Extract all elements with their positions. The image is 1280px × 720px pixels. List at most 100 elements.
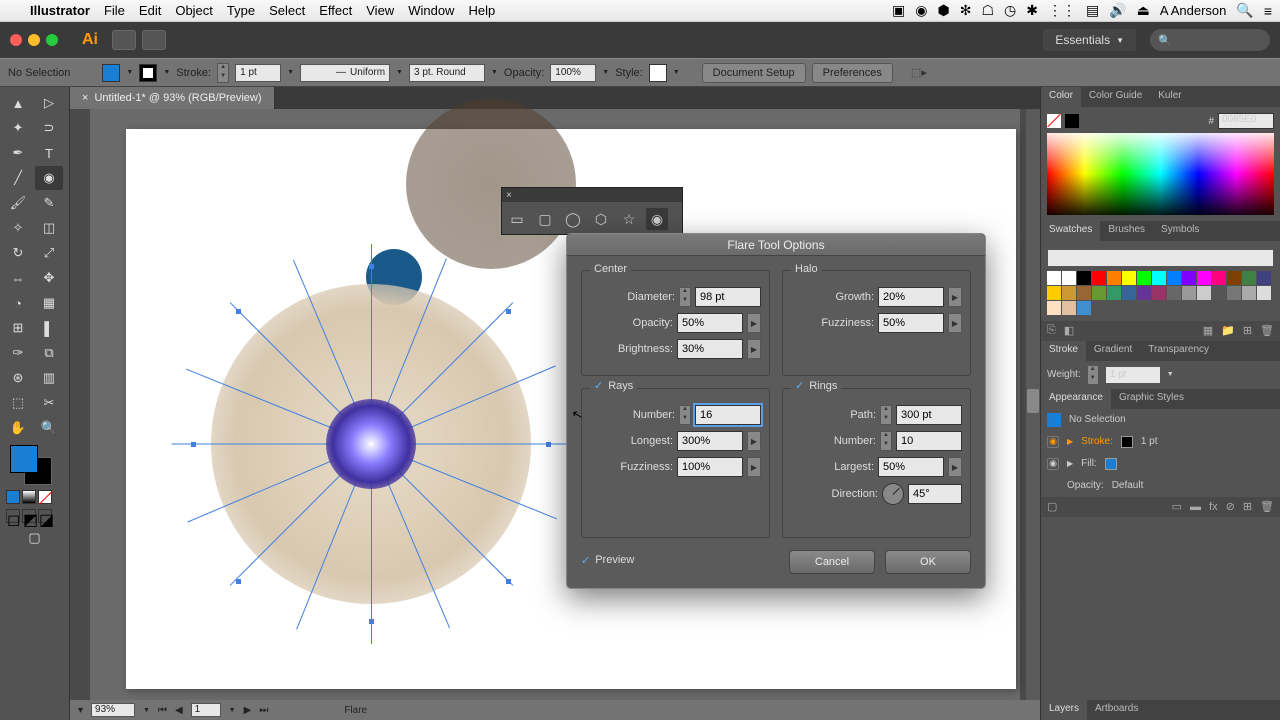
minimize-window-button[interactable]	[28, 34, 40, 46]
menu-file[interactable]: File	[104, 3, 125, 18]
eyedropper-tool[interactable]: ✑	[4, 341, 32, 365]
add-fill-icon[interactable]: ▬	[1190, 501, 1201, 513]
appearance-opacity-label[interactable]: Opacity:	[1067, 480, 1104, 491]
rays-fuzziness-slider-icon[interactable]: ▶	[747, 457, 761, 477]
stroke-weight-panel-input[interactable]: 1 pt	[1105, 366, 1161, 384]
selection-tool[interactable]: ▲	[4, 91, 32, 115]
swatch-item[interactable]	[1167, 286, 1181, 300]
swatch-item[interactable]	[1092, 286, 1106, 300]
largest-slider-icon[interactable]: ▶	[948, 457, 962, 477]
bridge-button[interactable]	[112, 30, 136, 50]
chevron-down-icon[interactable]: ▼	[491, 69, 498, 76]
pen-tool[interactable]: ✒	[4, 141, 32, 165]
document-tab[interactable]: × Untitled-1* @ 93% (RGB/Preview)	[70, 87, 275, 109]
swatch-item[interactable]	[1137, 286, 1151, 300]
direction-input[interactable]	[908, 484, 962, 504]
tab-layers[interactable]: Layers	[1041, 700, 1087, 720]
slice-tool[interactable]: ✂	[35, 391, 63, 415]
spotlight-icon[interactable]: 🔍	[1236, 2, 1253, 19]
ok-button[interactable]: OK	[885, 550, 971, 574]
swatch-item[interactable]	[1137, 271, 1151, 285]
clock-icon[interactable]: ◷	[1004, 2, 1016, 19]
tab-swatches[interactable]: Swatches	[1041, 221, 1100, 241]
chevron-down-icon[interactable]: ▼	[287, 69, 294, 76]
swatch-item[interactable]	[1062, 286, 1076, 300]
scrollbar-thumb[interactable]	[1027, 389, 1039, 413]
menu-object[interactable]: Object	[175, 3, 213, 18]
flare-artwork[interactable]	[196, 269, 546, 619]
path-input[interactable]	[896, 405, 962, 425]
line-segment-tool[interactable]: ╱	[4, 166, 32, 190]
brightness-input[interactable]	[677, 339, 743, 359]
longest-input[interactable]	[677, 431, 743, 451]
swatch-item[interactable]	[1257, 286, 1271, 300]
chevron-down-icon[interactable]: ▼	[602, 69, 609, 76]
brush-select[interactable]: 3 pt. Round	[409, 64, 485, 82]
menu-effect[interactable]: Effect	[319, 3, 352, 18]
vertical-scrollbar[interactable]	[1026, 109, 1040, 700]
chevron-down-icon[interactable]: ▼	[229, 707, 236, 714]
triangle-icon[interactable]: ▶	[1067, 437, 1073, 446]
user-name[interactable]: A Anderson	[1160, 3, 1227, 18]
menu-window[interactable]: Window	[408, 3, 454, 18]
gradient-tool[interactable]: ▌	[35, 316, 63, 340]
chevron-down-icon[interactable]: ▼	[396, 69, 403, 76]
swatch-item[interactable]	[1197, 286, 1211, 300]
menu-icon[interactable]: ≡	[1264, 3, 1272, 19]
apple-logo-icon[interactable]	[8, 4, 22, 18]
menu-edit[interactable]: Edit	[139, 3, 161, 18]
draw-behind-button[interactable]: ◩	[22, 509, 36, 523]
panel-fill-swatch[interactable]	[1047, 114, 1061, 128]
swatch-item[interactable]	[1152, 271, 1166, 285]
swatch-item[interactable]	[1182, 271, 1196, 285]
swatch-item[interactable]	[1242, 286, 1256, 300]
halo-fuzziness-input[interactable]	[878, 313, 944, 333]
direct-selection-tool[interactable]: ▷	[35, 91, 63, 115]
mesh-tool[interactable]: ⊞	[4, 316, 32, 340]
show-icon[interactable]: ◧	[1064, 324, 1074, 337]
delete-icon[interactable]: 🗑	[1260, 500, 1274, 513]
flare-tool[interactable]: ◉	[35, 166, 63, 190]
panel-stroke-swatch[interactable]	[1065, 114, 1079, 128]
appearance-opacity-row[interactable]: Opacity: Default	[1041, 475, 1280, 497]
none-mode-button[interactable]	[38, 490, 52, 504]
clear-icon[interactable]: ⊘	[1226, 500, 1235, 513]
ellipse-tool-icon[interactable]: ◯	[562, 208, 584, 230]
page-input[interactable]: 1	[191, 703, 221, 717]
menu-view[interactable]: View	[366, 3, 394, 18]
swatch-item[interactable]	[1047, 271, 1061, 285]
cancel-button[interactable]: Cancel	[789, 550, 875, 574]
opacity-input[interactable]: 100%	[550, 64, 596, 82]
swatch-item[interactable]	[1242, 271, 1256, 285]
brightness-slider-icon[interactable]: ▶	[747, 339, 761, 359]
duplicate-icon[interactable]: ⊞	[1243, 500, 1252, 513]
swatch-item[interactable]	[1122, 286, 1136, 300]
rays-checkbox[interactable]: ✓	[594, 379, 603, 392]
zoom-tool[interactable]: 🔍	[35, 416, 63, 440]
menu-help[interactable]: Help	[468, 3, 495, 18]
workspace-switcher[interactable]: Essentials ▼	[1043, 29, 1136, 51]
stroke-weight-stepper[interactable]: ▲▼	[1087, 365, 1099, 385]
stroke-label[interactable]: Stroke:	[176, 67, 211, 79]
tab-graphic-styles[interactable]: Graphic Styles	[1111, 389, 1192, 409]
style-label[interactable]: Style:	[615, 67, 643, 79]
flare-ring-artwork[interactable]	[406, 99, 576, 269]
fill-stroke-colors[interactable]	[4, 441, 65, 487]
swatch-item[interactable]	[1092, 271, 1106, 285]
visibility-toggle[interactable]: ◉	[1047, 436, 1059, 448]
direction-dial[interactable]	[882, 483, 904, 505]
chevron-down-icon[interactable]: ▼	[1167, 371, 1174, 378]
settings-icon[interactable]: ✱	[1026, 2, 1038, 19]
swatch-item[interactable]	[1227, 286, 1241, 300]
magic-wand-tool[interactable]: ✦	[4, 116, 32, 140]
tab-brushes[interactable]: Brushes	[1100, 221, 1153, 241]
rings-checkbox[interactable]: ✓	[795, 379, 804, 392]
help-search-input[interactable]: 🔍	[1150, 29, 1270, 51]
zoom-window-button[interactable]	[46, 34, 58, 46]
screen-mode-button[interactable]: ▢	[4, 526, 65, 550]
tab-artboards[interactable]: Artboards	[1087, 700, 1146, 720]
stroke-color-chip[interactable]	[1121, 436, 1133, 448]
rays-fuzziness-input[interactable]	[677, 457, 743, 477]
swatch-item[interactable]	[1212, 286, 1226, 300]
fill-color-chip[interactable]	[1105, 458, 1117, 470]
